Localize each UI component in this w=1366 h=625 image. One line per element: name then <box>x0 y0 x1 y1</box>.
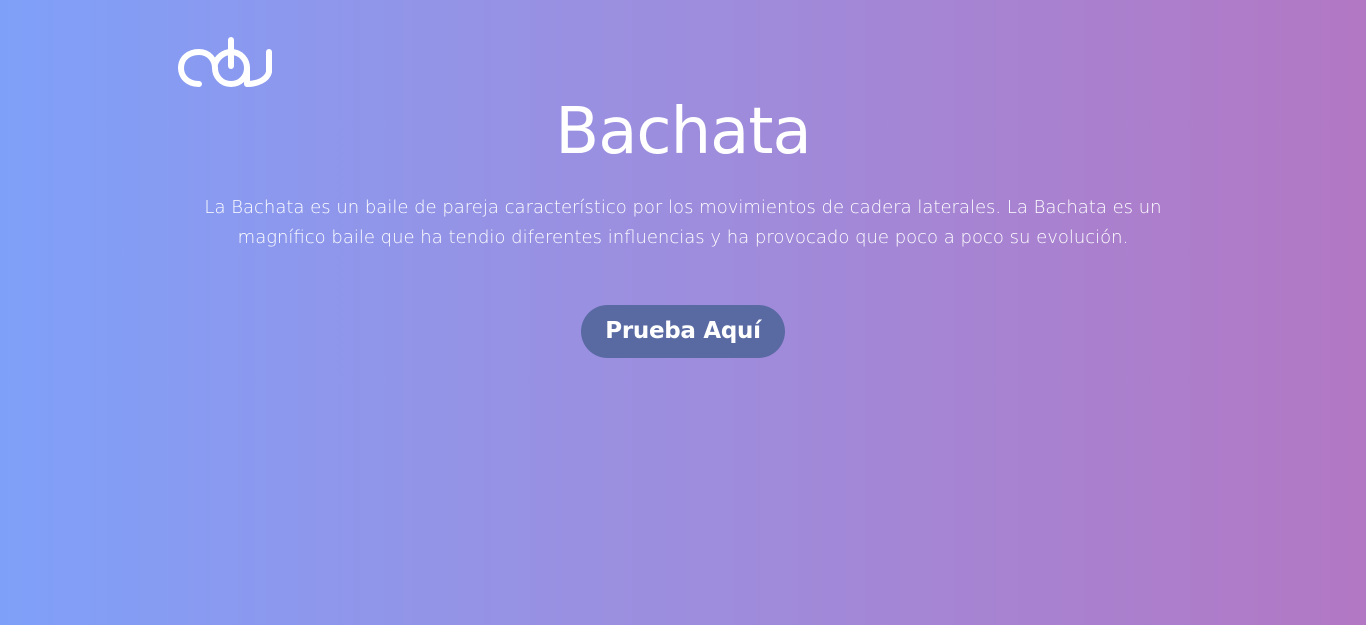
cta-container: Prueba Aquí <box>0 305 1366 358</box>
oda-logo-icon <box>178 37 272 87</box>
hero-section: Bachata La Bachata es un baile de pareja… <box>0 96 1366 358</box>
hero-description: La Bachata es un baile de pareja caracte… <box>204 197 1162 248</box>
page-title: Bachata <box>555 95 811 169</box>
brand-logo[interactable] <box>177 36 273 92</box>
try-here-button[interactable]: Prueba Aquí <box>581 305 785 358</box>
